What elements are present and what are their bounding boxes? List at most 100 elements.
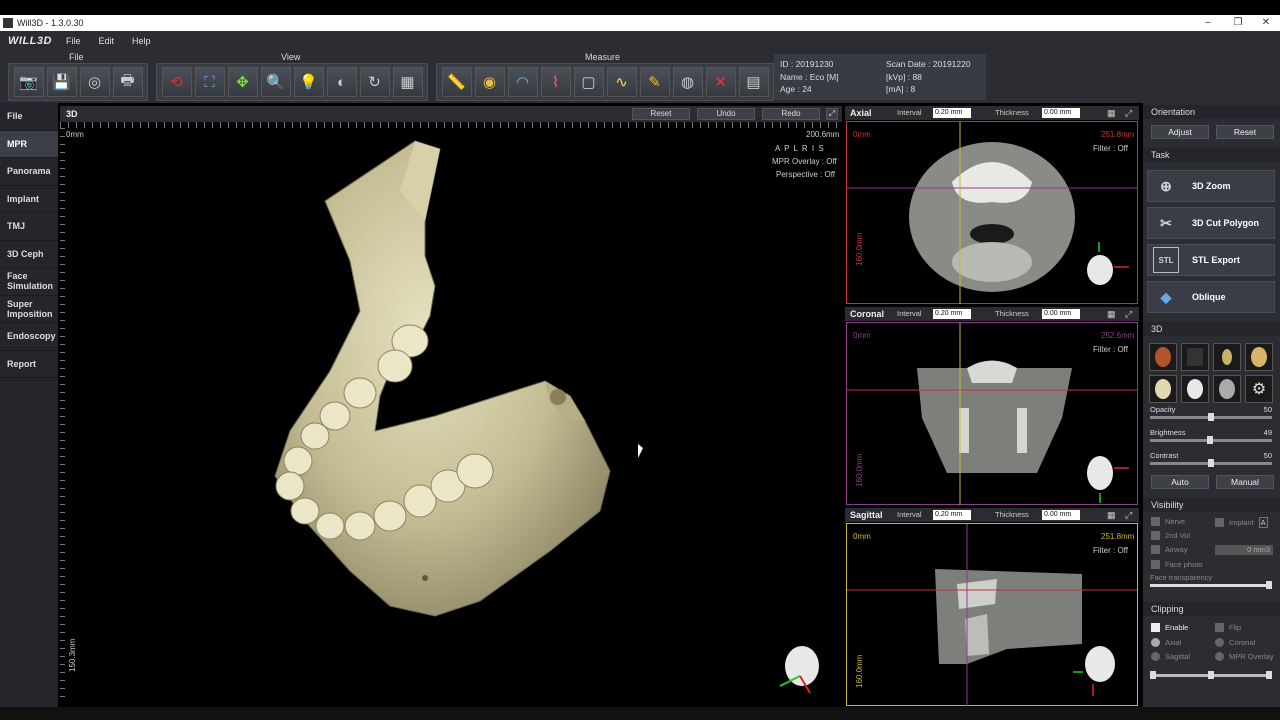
reset-button[interactable]: Reset bbox=[632, 108, 690, 120]
axial-maximize-icon[interactable]: ⤢ bbox=[1125, 106, 1132, 120]
sagittal-slice-image bbox=[847, 524, 1137, 706]
preset-skull-gray-icon[interactable] bbox=[1213, 375, 1241, 403]
axial-thickness-input[interactable]: 0.00 mm bbox=[1042, 108, 1080, 118]
profile-icon[interactable]: ⌇ bbox=[540, 67, 571, 97]
tab-mpr[interactable]: MPR bbox=[0, 130, 58, 158]
manual-button[interactable]: Manual bbox=[1216, 475, 1274, 489]
preset-soft-tissue-icon[interactable] bbox=[1181, 343, 1209, 371]
tab-tmj[interactable]: TMJ bbox=[0, 213, 58, 241]
print-icon[interactable]: 🖶 bbox=[112, 67, 143, 97]
brightness-slider[interactable]: Brightness 49 bbox=[1150, 428, 1272, 446]
minimize-icon[interactable]: – bbox=[1194, 15, 1222, 31]
tab-super-imposition[interactable]: Super Imposition bbox=[0, 296, 58, 323]
disc-icon[interactable]: ◎ bbox=[79, 67, 110, 97]
preset-skull-color-icon[interactable] bbox=[1149, 343, 1177, 371]
axial-grid-icon[interactable]: ▦ bbox=[1107, 106, 1116, 120]
second-vol-checkbox[interactable]: 2nd Vol bbox=[1151, 531, 1190, 540]
redo-button[interactable]: Redo bbox=[762, 108, 820, 120]
rotate-icon[interactable]: ↻ bbox=[359, 67, 390, 97]
tab-file[interactable]: File bbox=[0, 103, 58, 131]
maximize-view-icon[interactable]: ⤢ bbox=[826, 108, 838, 120]
report-icon[interactable]: ▤ bbox=[738, 67, 769, 97]
clipping-range-slider[interactable] bbox=[1150, 663, 1272, 681]
implant-checkbox[interactable]: Implant A bbox=[1215, 517, 1268, 528]
clipping-max-knob[interactable] bbox=[1266, 671, 1272, 679]
face-transparency-slider[interactable]: Face transparency bbox=[1150, 573, 1272, 591]
freedraw-icon[interactable]: ∿ bbox=[606, 67, 637, 97]
clipping-flip-checkbox[interactable]: Flip bbox=[1215, 623, 1241, 632]
3d-view[interactable]: 3D Reset Undo Redo ⤢ 0mm 200.6mm A P L R… bbox=[60, 106, 842, 706]
tab-face-simulation[interactable]: Face Simulation bbox=[0, 268, 58, 296]
zoom-icon[interactable]: 🔍 bbox=[260, 67, 291, 97]
preset-settings-gear-icon[interactable]: ⚙ bbox=[1245, 375, 1273, 403]
menu-help[interactable]: Help bbox=[132, 36, 151, 46]
close-icon[interactable]: ✕ bbox=[1252, 15, 1280, 31]
clip-sagittal-radio[interactable]: Sagittal bbox=[1151, 652, 1190, 661]
contrast-icon[interactable]: ◐ bbox=[326, 67, 357, 97]
hide-measure-icon[interactable]: ◍ bbox=[672, 67, 703, 97]
clip-axial-radio[interactable]: Axial bbox=[1151, 638, 1181, 647]
brightness-knob[interactable] bbox=[1207, 436, 1213, 444]
adjust-button[interactable]: Adjust bbox=[1151, 125, 1209, 139]
menu-file[interactable]: File bbox=[66, 36, 81, 46]
save-icon[interactable]: 💾 bbox=[46, 67, 77, 97]
camera-icon[interactable]: 📷 bbox=[13, 67, 44, 97]
maximize-icon[interactable]: ❐ bbox=[1224, 15, 1252, 31]
coronal-grid-icon[interactable]: ▦ bbox=[1107, 307, 1116, 321]
task-3d-zoom[interactable]: ⊕ 3D Zoom bbox=[1147, 170, 1275, 202]
task-oblique[interactable]: ◆ Oblique bbox=[1147, 281, 1275, 313]
axial-view[interactable]: Axial Interval 0.20 mm Thickness 0.00 mm… bbox=[845, 106, 1139, 305]
sagittal-thickness-input[interactable]: 0.00 mm bbox=[1042, 510, 1080, 520]
light-icon[interactable]: 💡 bbox=[293, 67, 324, 97]
undo-button[interactable]: Undo bbox=[697, 108, 755, 120]
fit-icon[interactable]: ⛶ bbox=[194, 67, 225, 97]
coronal-maximize-icon[interactable]: ⤢ bbox=[1125, 307, 1132, 321]
angle-icon[interactable]: ◠ bbox=[507, 67, 538, 97]
reset-view-icon[interactable]: ⟲ bbox=[161, 67, 192, 97]
pan-icon[interactable]: ✥ bbox=[227, 67, 258, 97]
sagittal-grid-icon[interactable]: ▦ bbox=[1107, 508, 1116, 522]
orientation-reset-button[interactable]: Reset bbox=[1216, 125, 1274, 139]
orientation-letters[interactable]: A P L R I S bbox=[775, 144, 825, 153]
contrast-knob[interactable] bbox=[1208, 459, 1214, 467]
preset-bone-dark-icon[interactable] bbox=[1213, 343, 1241, 371]
coronal-interval-input[interactable]: 0.20 mm bbox=[933, 309, 971, 319]
axial-interval-input[interactable]: 0.20 mm bbox=[933, 108, 971, 118]
airway-checkbox[interactable]: Airway bbox=[1151, 545, 1188, 554]
tab-implant[interactable]: Implant bbox=[0, 186, 58, 213]
grid-icon[interactable]: ▦ bbox=[392, 67, 423, 97]
face-photo-checkbox[interactable]: Face photo bbox=[1151, 560, 1203, 569]
ruler-icon[interactable]: 📏 bbox=[441, 67, 472, 97]
note-icon[interactable]: ✎ bbox=[639, 67, 670, 97]
opacity-knob[interactable] bbox=[1208, 413, 1214, 421]
preset-skull-ivory-icon[interactable] bbox=[1149, 375, 1177, 403]
sagittal-interval-input[interactable]: 0.20 mm bbox=[933, 510, 971, 520]
tab-panorama[interactable]: Panorama bbox=[0, 158, 58, 186]
coronal-view[interactable]: Coronal Interval 0.20 mm Thickness 0.00 … bbox=[845, 307, 1139, 506]
auto-button[interactable]: Auto bbox=[1151, 475, 1209, 489]
sagittal-maximize-icon[interactable]: ⤢ bbox=[1125, 508, 1132, 522]
tab-3d-ceph[interactable]: 3D Ceph bbox=[0, 241, 58, 268]
clipping-mid-knob[interactable] bbox=[1208, 671, 1214, 679]
tab-endoscopy[interactable]: Endoscopy bbox=[0, 323, 58, 351]
clipping-enable-checkbox[interactable]: Enable bbox=[1151, 623, 1188, 632]
sagittal-interval-label: Interval bbox=[897, 510, 922, 519]
clip-mpr-overlay-radio[interactable]: MPR Overlay bbox=[1215, 652, 1274, 661]
preset-skull-white-icon[interactable] bbox=[1181, 375, 1209, 403]
sagittal-view[interactable]: Sagittal Interval 0.20 mm Thickness 0.00… bbox=[845, 508, 1139, 707]
face-transparency-knob[interactable] bbox=[1266, 581, 1272, 589]
coronal-thickness-input[interactable]: 0.00 mm bbox=[1042, 309, 1080, 319]
menu-edit[interactable]: Edit bbox=[98, 36, 114, 46]
clipping-min-knob[interactable] bbox=[1150, 671, 1156, 679]
task-stl-export[interactable]: STL STL Export bbox=[1147, 244, 1275, 276]
tape-icon[interactable]: ◉ bbox=[474, 67, 505, 97]
contrast-slider[interactable]: Contrast 50 bbox=[1150, 451, 1272, 469]
preset-face-gold-icon[interactable] bbox=[1245, 343, 1273, 371]
opacity-slider[interactable]: Opacity 50 bbox=[1150, 405, 1272, 423]
area-icon[interactable]: ▢ bbox=[573, 67, 604, 97]
task-3d-cut-polygon[interactable]: ✂ 3D Cut Polygon bbox=[1147, 207, 1275, 239]
nerve-checkbox[interactable]: Nerve bbox=[1151, 517, 1185, 526]
tab-report[interactable]: Report bbox=[0, 351, 58, 378]
clip-coronal-radio[interactable]: Coronal bbox=[1215, 638, 1255, 647]
delete-icon[interactable]: ✕ bbox=[705, 67, 736, 97]
